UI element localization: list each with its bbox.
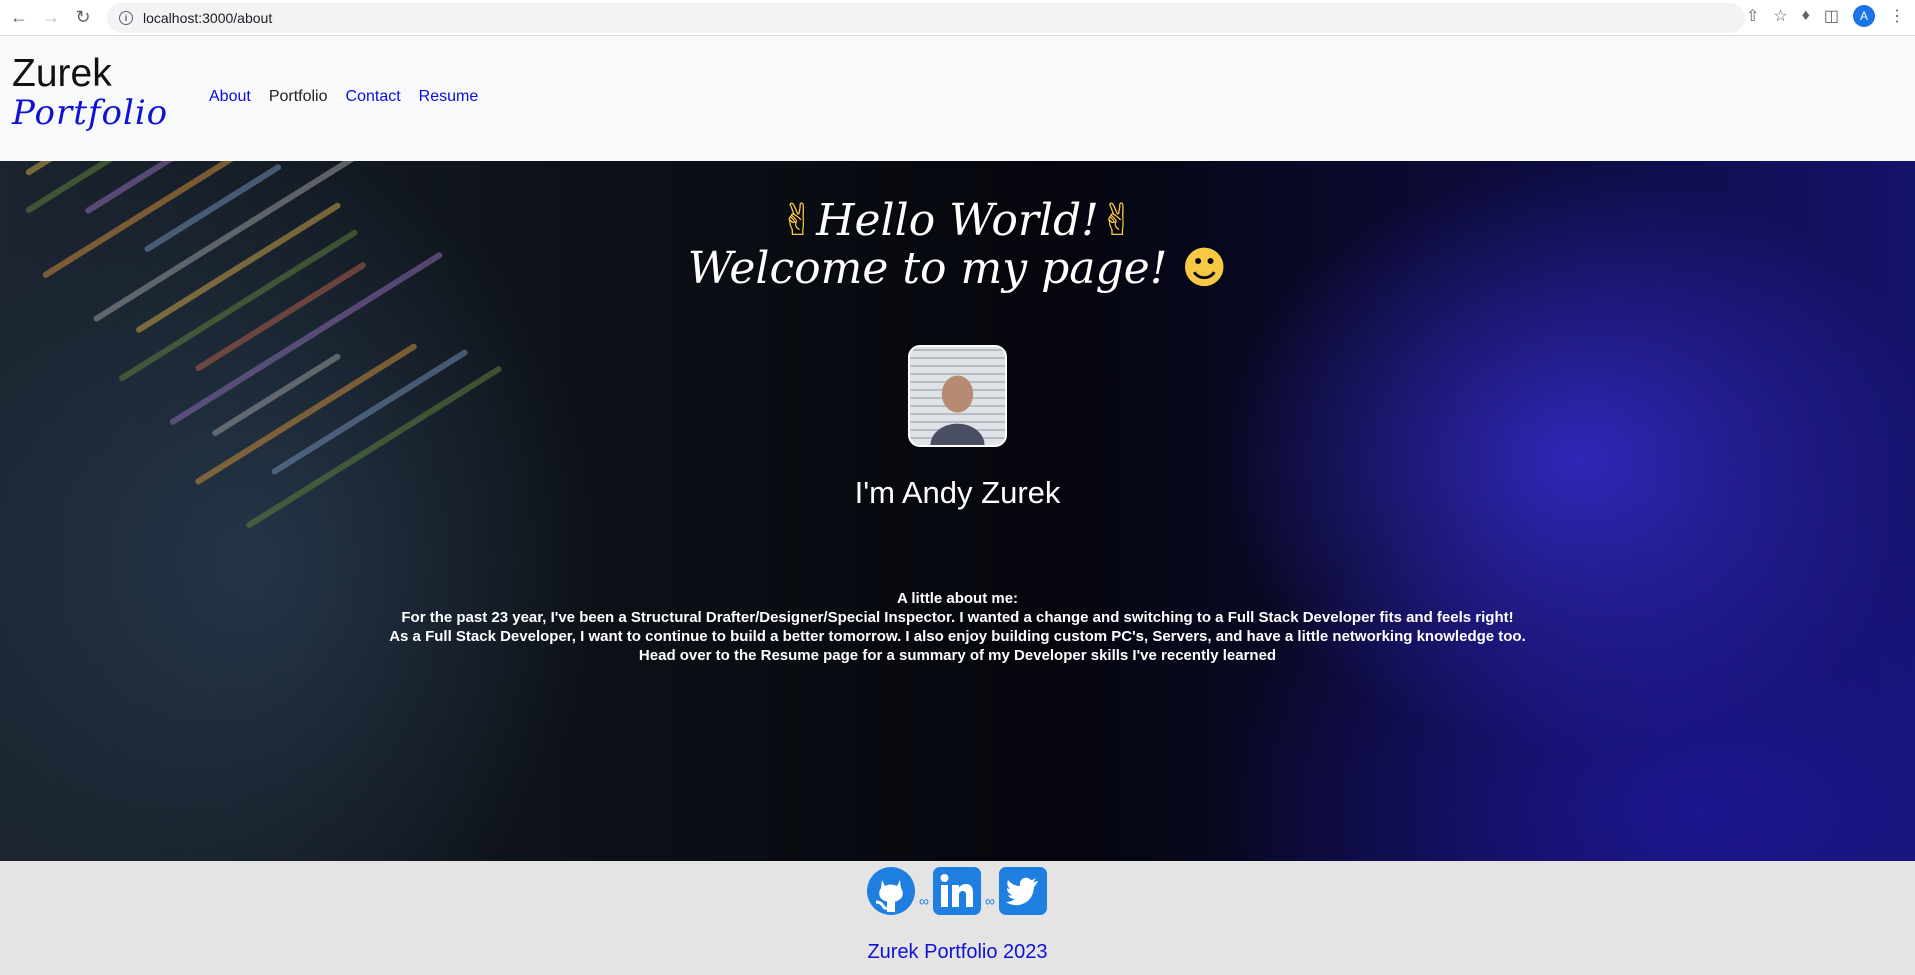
sunglasses-face-icon: ☻ <box>1181 243 1228 294</box>
site-navbar: Zurek Portfolio About Portfolio Contact … <box>0 37 1915 161</box>
twitter-icon[interactable] <box>997 865 1049 917</box>
about-line: As a Full Stack Developer, I want to con… <box>389 628 1526 645</box>
reload-icon[interactable]: ↻ <box>70 5 96 31</box>
social-links: ∞ ∞ <box>865 865 1049 917</box>
brand-subtitle: Portfolio <box>12 93 169 133</box>
forward-arrow-icon[interactable]: → <box>38 5 64 31</box>
side-panel-icon[interactable]: ◫ <box>1824 6 1839 26</box>
nav-link-portfolio[interactable]: Portfolio <box>269 88 328 106</box>
extensions-icon[interactable]: ♦ <box>1802 7 1810 25</box>
linkedin-icon[interactable] <box>931 865 983 917</box>
url-text: localhost:3000/about <box>143 10 273 26</box>
victory-hand-icon: ✌ <box>1098 195 1136 246</box>
greeting-line-2: Welcome to my page! ☻ <box>687 243 1228 294</box>
about-heading: A little about me: <box>896 590 1019 607</box>
hero-section: ✌Hello World!✌ Welcome to my page! ☻ I'm… <box>0 161 1915 861</box>
address-bar[interactable]: i localhost:3000/about <box>107 3 1745 33</box>
footer-copyright: Zurek Portfolio 2023 <box>867 941 1048 963</box>
hero-name: I'm Andy Zurek <box>854 475 1061 510</box>
nav-link-about[interactable]: About <box>209 88 251 106</box>
site-info-icon[interactable]: i <box>119 11 133 25</box>
greeting-line-1: ✌Hello World!✌ <box>779 195 1136 246</box>
profile-avatar[interactable]: A <box>1853 5 1875 27</box>
about-text: A little about me: For the past 23 year,… <box>0 589 1915 665</box>
nav-links: About Portfolio Contact Resume <box>209 88 478 106</box>
site-footer: ∞ ∞ Zurek Portfolio 2023 <box>0 861 1915 975</box>
nav-link-resume[interactable]: Resume <box>419 88 479 106</box>
victory-hand-icon: ✌ <box>779 195 817 246</box>
brand-title: Zurek <box>12 52 112 95</box>
bookmark-star-icon[interactable]: ☆ <box>1773 6 1787 26</box>
nav-link-contact[interactable]: Contact <box>346 88 401 106</box>
chain-link-icon: ∞ <box>919 893 929 909</box>
share-icon[interactable]: ⇧ <box>1746 6 1759 26</box>
github-icon[interactable] <box>865 865 917 917</box>
hero-content: ✌Hello World!✌ Welcome to my page! ☻ <box>0 161 1915 293</box>
about-line: Head over to the Resume page for a summa… <box>638 647 1277 664</box>
menu-kebab-icon[interactable]: ⋮ <box>1889 6 1905 26</box>
browser-toolbar: ← → ↻ i localhost:3000/about ⇧ ☆ ♦ ◫ A ⋮ <box>0 0 1915 36</box>
chain-link-icon: ∞ <box>985 893 995 909</box>
browser-actions: ⇧ ☆ ♦ ◫ A ⋮ <box>1746 5 1905 27</box>
back-arrow-icon[interactable]: ← <box>6 5 32 31</box>
about-line: For the past 23 year, I've been a Struct… <box>401 609 1514 626</box>
profile-photo <box>908 345 1007 447</box>
brand-logo[interactable]: Zurek Portfolio <box>12 51 168 131</box>
